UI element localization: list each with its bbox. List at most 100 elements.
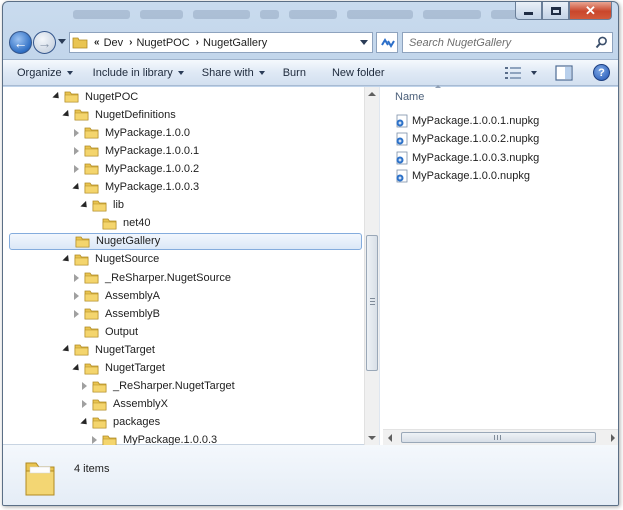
folder-icon [92,199,113,212]
forward-button[interactable]: → [33,31,56,54]
file-item[interactable]: MyPackage.1.0.0.2.nupkg [395,131,539,148]
tree-item-label: NugetPOC [85,90,139,103]
tree-item[interactable]: NugetTarget [3,341,363,358]
tree-item[interactable]: lib [3,197,363,214]
expanded-arrow-icon[interactable] [71,363,82,373]
tree-item[interactable]: MyPackage.1.0.0.2 [3,160,363,177]
change-view-button[interactable] [505,66,537,79]
tree-item[interactable]: AssemblyA [3,287,363,304]
item-count: 4 items [74,463,110,475]
collapsed-arrow-icon[interactable] [79,399,89,409]
tree-item-label: AssemblyA [105,289,161,302]
refresh-button[interactable] [376,32,398,53]
tree-item-label: _ReSharper.NugetSource [105,271,231,284]
collapsed-arrow-icon[interactable] [71,146,81,156]
burn-button[interactable]: Burn [276,60,313,85]
folder-icon [102,217,123,230]
scroll-grip-icon [370,298,375,305]
search-input[interactable]: Search NugetGallery [402,32,613,53]
file-name: MyPackage.1.0.0.2.nupkg [412,133,540,145]
tree-item[interactable]: MyPackage.1.0.0 [3,124,363,141]
tree-item[interactable]: _ReSharper.NugetSource [3,269,363,286]
tree-item[interactable]: MyPackage.1.0.0.3 [3,179,363,196]
tree-item[interactable]: AssemblyB [3,305,363,322]
tree-item[interactable]: NugetDefinitions [3,106,363,123]
file-list-scrollbar[interactable] [383,429,618,445]
collapsed-arrow-icon[interactable] [71,164,81,174]
search-icon[interactable] [595,36,608,49]
tree-item-label: Output [105,325,139,338]
address-bar[interactable]: « Dev › NugetPOC › NugetGallery [69,32,373,53]
breadcrumb-overflow[interactable]: « [94,37,100,48]
scroll-down-icon[interactable] [368,436,376,440]
details-view-icon [505,66,521,79]
folder-icon [64,90,85,103]
expanded-arrow-icon[interactable] [79,200,90,210]
expanded-arrow-icon[interactable] [61,345,72,355]
recent-pages-dropdown[interactable] [58,39,66,44]
expanded-arrow-icon[interactable] [71,182,82,192]
nupkg-file-icon [395,132,409,146]
expanded-arrow-icon[interactable] [61,254,72,264]
tree-item[interactable]: Output [3,323,363,340]
organize-button[interactable]: Organize [3,60,80,85]
collapsed-arrow-icon[interactable] [71,273,81,283]
new-folder-button[interactable]: New folder [325,60,392,85]
preview-pane-icon[interactable] [555,64,573,81]
tree-item[interactable]: MyPackage.1.0.0.1 [3,142,363,159]
scroll-right-icon[interactable] [611,434,615,442]
help-icon[interactable]: ? [593,64,610,81]
organize-label: Organize [17,66,62,79]
navigation-pane-scrollbar[interactable] [364,87,379,445]
scroll-thumb[interactable] [401,432,596,443]
breadcrumb-nugetpoc[interactable]: NugetPOC [136,37,189,49]
tree-item[interactable]: NugetGallery [9,232,362,250]
tree-item[interactable]: NugetTarget [3,360,363,377]
collapsed-arrow-icon[interactable] [71,309,81,319]
name-column-header[interactable]: Name [383,85,618,107]
tree-item[interactable]: _ReSharper.NugetTarget [3,378,363,395]
scroll-up-icon[interactable] [368,92,376,96]
collapsed-arrow-icon[interactable] [71,291,81,301]
tree-item[interactable]: AssemblyX [3,396,363,413]
tree-item-label: MyPackage.1.0.0 [105,126,190,139]
tree-item[interactable]: NugetPOC [3,88,363,105]
share-with-button[interactable]: Share with [195,60,272,85]
expanded-arrow-icon[interactable] [79,417,90,427]
breadcrumb-dev[interactable]: Dev [104,37,124,49]
folder-icon [75,235,96,248]
file-item[interactable]: MyPackage.1.0.0.nupkg [395,168,530,185]
close-button[interactable]: ✕ [569,2,612,20]
collapsed-arrow-icon[interactable] [79,381,89,391]
scroll-thumb[interactable] [366,235,378,371]
scroll-left-icon[interactable] [388,434,392,442]
tree-item[interactable]: packages [3,414,363,431]
title-bar[interactable]: ✕ [3,2,618,28]
tree-item-label: MyPackage.1.0.0.2 [105,162,200,175]
breadcrumb-separator-icon[interactable]: › [196,37,199,48]
tree-item[interactable]: net40 [3,215,363,232]
breadcrumb-nugetgallery[interactable]: NugetGallery [203,37,267,49]
collapsed-arrow-icon[interactable] [89,435,99,445]
expanded-arrow-icon[interactable] [51,91,62,102]
file-item[interactable]: MyPackage.1.0.0.3.nupkg [395,149,539,166]
breadcrumb-separator-icon[interactable]: › [129,37,132,48]
nupkg-file-icon [395,169,409,183]
back-button[interactable]: ← [9,31,32,54]
tree-item-label: MyPackage.1.0.0.1 [105,144,200,157]
folder-icon [92,416,113,429]
tree-item[interactable]: NugetSource [3,251,363,268]
address-dropdown-icon[interactable] [360,40,368,45]
minimize-button[interactable] [515,2,542,20]
expanded-arrow-icon[interactable] [61,109,72,120]
include-in-library-button[interactable]: Include in library [86,60,191,85]
collapsed-arrow-icon[interactable] [71,128,81,138]
content-area: NugetPOC NugetDefinitions MyPackage.1.0.0 M… [3,85,618,445]
view-dropdown-icon[interactable] [531,70,537,75]
tree-item[interactable]: MyPackage.1.0.0.3 [3,432,363,445]
window-controls: ✕ [515,2,612,20]
file-name: MyPackage.1.0.0.3.nupkg [412,151,540,164]
file-item[interactable]: MyPackage.1.0.0.1.nupkg [395,112,539,129]
burn-label: Burn [282,66,306,79]
maximize-button[interactable] [542,2,569,20]
